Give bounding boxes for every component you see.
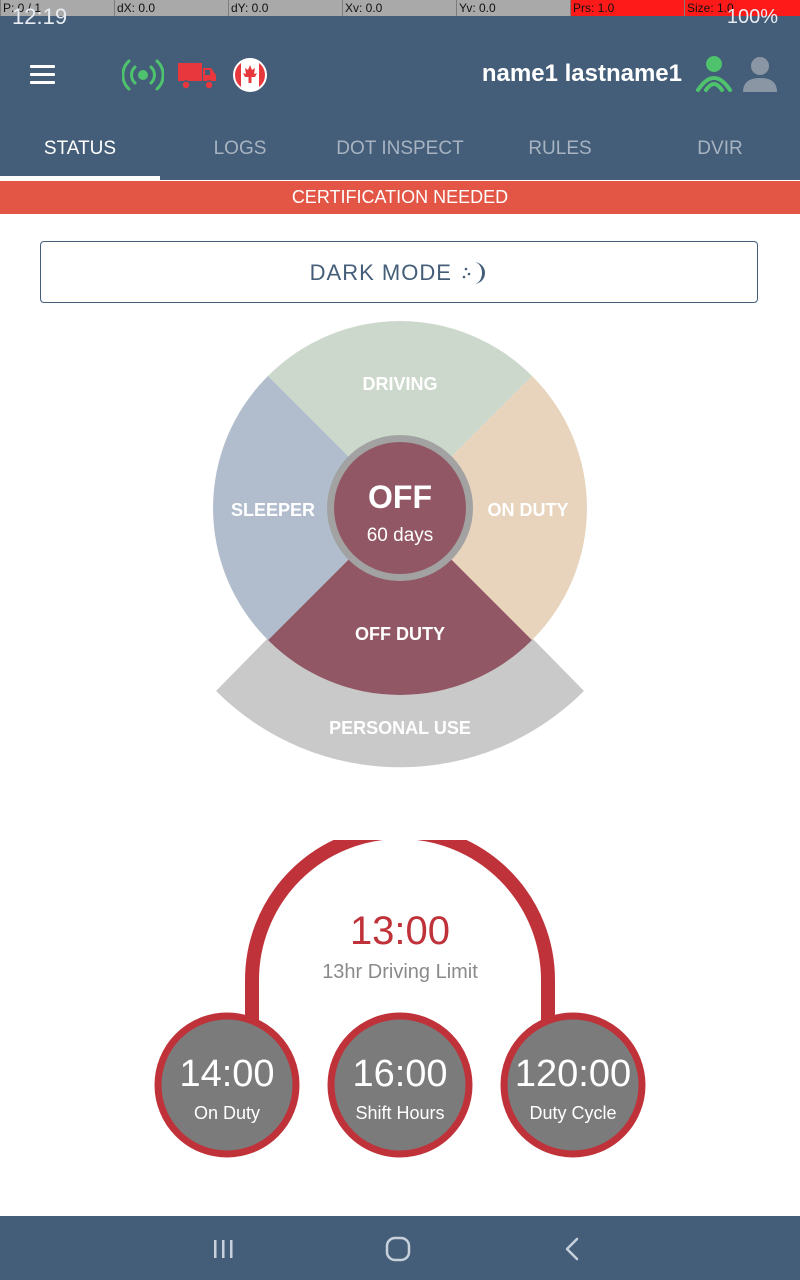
codriver-icon[interactable] xyxy=(740,52,780,96)
driving-time: 13:00 xyxy=(350,909,450,953)
sleeper-label: SLEEPER xyxy=(231,500,315,520)
certification-banner[interactable]: CERTIFICATION NEEDED xyxy=(0,181,800,214)
app-bar: P: 0 / 1 dX: 0.0 dY: 0.0 Xv: 0.0 Yv: 0.0… xyxy=(0,0,800,180)
user-name[interactable]: name1 lastname1 xyxy=(482,60,682,88)
pointer-location-overlay: P: 0 / 1 dX: 0.0 dY: 0.0 Xv: 0.0 Yv: 0.0… xyxy=(0,0,800,16)
status-bar-time: 12:19 xyxy=(12,4,68,29)
recent-apps-icon[interactable] xyxy=(203,1234,243,1264)
status-bar-battery: 100% xyxy=(726,6,778,28)
signal-icon[interactable] xyxy=(122,56,164,94)
pointer-info-prs: Prs: 1.0 xyxy=(570,0,684,16)
dark-mode-label: DARK MODE xyxy=(309,260,452,285)
driver-icon[interactable] xyxy=(692,52,736,96)
pointer-info-dy: dY: 0.0 xyxy=(228,0,342,16)
current-status-text: OFF xyxy=(368,479,432,515)
duty-cycle-label: Duty Cycle xyxy=(529,1103,616,1123)
shift-hours-label: Shift Hours xyxy=(355,1103,444,1123)
tab-logs[interactable]: LOGS xyxy=(160,118,320,180)
menu-icon[interactable] xyxy=(28,62,58,86)
tab-rules[interactable]: RULES xyxy=(480,118,640,180)
on-duty-clock[interactable]: 14:00 On Duty xyxy=(154,1012,300,1158)
pointer-info-xv: Xv: 0.0 xyxy=(342,0,456,16)
tab-dvir[interactable]: DVIR xyxy=(640,118,800,180)
canada-flag-icon[interactable] xyxy=(232,57,268,93)
current-status-duration: 60 days xyxy=(367,525,434,546)
tab-dot-inspect[interactable]: DOT INSPECT xyxy=(320,118,480,180)
pointer-info-yv: Yv: 0.0 xyxy=(456,0,570,16)
on-duty-clock-label: On Duty xyxy=(194,1103,260,1123)
shift-hours-clock[interactable]: 16:00 Shift Hours xyxy=(327,1012,473,1158)
moon-icon xyxy=(463,262,486,284)
dark-mode-button[interactable]: DARK MODE xyxy=(40,241,758,303)
driving-limit-label: 13hr Driving Limit xyxy=(322,961,478,983)
home-icon[interactable] xyxy=(378,1234,418,1264)
duty-status-wheel: OFF 60 days DRIVING ON DUTY SLEEPER OFF … xyxy=(213,321,587,768)
main-tabs: STATUS LOGS DOT INSPECT RULES DVIR xyxy=(0,118,800,180)
duty-cycle-time: 120:00 xyxy=(515,1053,631,1095)
driving-label: DRIVING xyxy=(362,374,437,394)
on-duty-time: 14:00 xyxy=(179,1053,274,1095)
on-duty-label: ON DUTY xyxy=(488,500,569,520)
shift-hours-time: 16:00 xyxy=(352,1053,447,1095)
back-icon[interactable] xyxy=(553,1234,593,1264)
tab-status[interactable]: STATUS xyxy=(0,118,160,180)
system-navigation-bar xyxy=(0,1216,800,1280)
off-duty-label: OFF DUTY xyxy=(355,624,445,644)
duty-cycle-clock[interactable]: 120:00 Duty Cycle xyxy=(500,1012,646,1158)
pointer-info-dx: dX: 0.0 xyxy=(114,0,228,16)
hos-clocks: 13:00 13hr Driving Limit 14:00 On Duty 1… xyxy=(154,840,646,1158)
truck-icon[interactable] xyxy=(176,58,218,92)
personal-use-label: PERSONAL USE xyxy=(329,718,471,738)
